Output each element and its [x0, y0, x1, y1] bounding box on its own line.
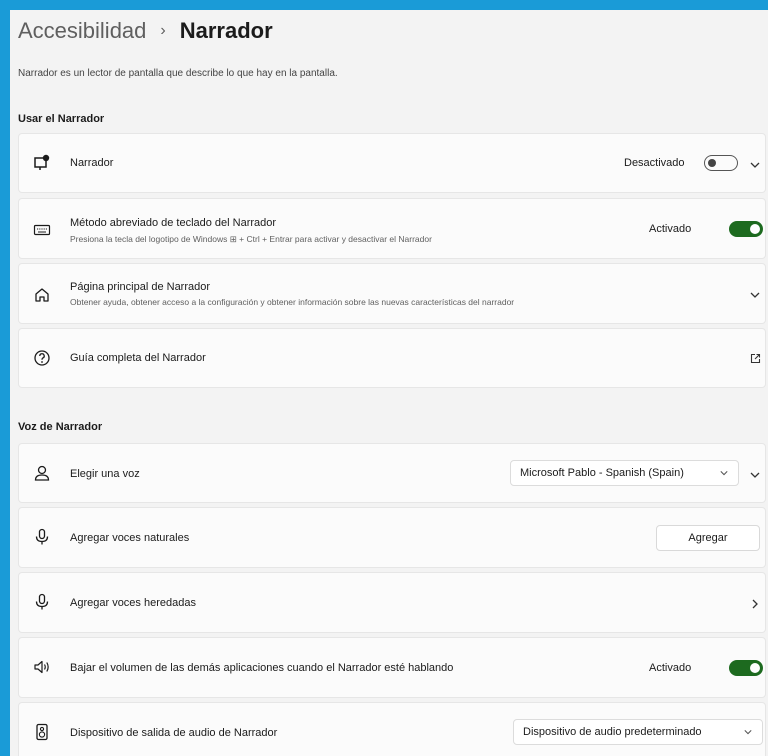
lower-volume-state: Activado	[649, 662, 692, 674]
microphone-icon	[35, 528, 49, 545]
narrator-state: Desactivado	[624, 157, 685, 169]
audio-device-icon	[36, 723, 48, 741]
shortcut-label: Método abreviado de teclado del Narrador	[70, 217, 277, 229]
breadcrumb-separator: ›	[160, 22, 166, 39]
shortcut-row: Método abreviado de teclado del Narrador…	[18, 198, 766, 259]
speaker-icon	[34, 660, 49, 674]
narrator-icon	[34, 154, 50, 170]
shortcut-description: Presiona la tecla del logotipo de Window…	[70, 234, 432, 244]
narrator-row[interactable]: Narrador Desactivado	[18, 133, 766, 193]
chevron-down-icon[interactable]	[750, 160, 760, 170]
shortcut-state: Activado	[649, 223, 692, 235]
help-icon	[34, 350, 50, 366]
choose-voice-row: Elegir una voz Microsoft Pablo - Spanish…	[18, 443, 766, 503]
section-header-use: Usar el Narrador	[18, 113, 105, 125]
complete-guide-row[interactable]: Guía completa del Narrador	[18, 328, 766, 388]
natural-voices-label: Agregar voces naturales	[70, 532, 190, 544]
chevron-down-icon	[720, 471, 728, 476]
chevron-down-icon[interactable]	[750, 290, 760, 300]
audio-output-select-value: Dispositivo de audio predeterminado	[523, 726, 702, 738]
natural-voices-row: Agregar voces naturales Agregar	[18, 507, 766, 568]
microphone-icon	[35, 593, 49, 610]
voice-select-value: Microsoft Pablo - Spanish (Spain)	[520, 467, 684, 479]
open-external-icon[interactable]	[750, 353, 761, 364]
page-description: Narrador es un lector de pantalla que de…	[18, 68, 338, 79]
lower-volume-label: Bajar el volumen de las demás aplicacion…	[70, 662, 454, 674]
narrator-home-description: Obtener ayuda, obtener acceso a la confi…	[70, 297, 515, 307]
voice-select[interactable]: Microsoft Pablo - Spanish (Spain)	[510, 460, 739, 486]
home-icon	[35, 288, 49, 302]
keyboard-icon	[33, 224, 51, 236]
person-icon	[34, 465, 50, 481]
audio-output-label: Dispositivo de salida de audio de Narrad…	[70, 727, 278, 739]
narrator-home-label: Página principal de Narrador	[70, 281, 211, 293]
page-title: Narrador	[179, 18, 273, 43]
section-header-voice: Voz de Narrador	[18, 421, 103, 433]
add-natural-voices-button[interactable]: Agregar	[656, 525, 760, 551]
chevron-down-icon[interactable]	[750, 470, 760, 480]
settings-page: Accesibilidad › Narrador Narrador es un …	[10, 10, 768, 756]
complete-guide-label: Guía completa del Narrador	[70, 352, 206, 364]
narrator-home-row[interactable]: Página principal de Narrador Obtener ayu…	[18, 263, 766, 324]
breadcrumb-parent[interactable]: Accesibilidad	[18, 18, 146, 44]
choose-voice-label: Elegir una voz	[70, 468, 140, 480]
narrator-label: Narrador	[70, 157, 114, 169]
audio-output-select[interactable]: Dispositivo de audio predeterminado	[513, 719, 763, 745]
breadcrumb: Accesibilidad › Narrador	[18, 18, 273, 44]
audio-output-row: Dispositivo de salida de audio de Narrad…	[18, 702, 766, 756]
lower-volume-row: Bajar el volumen de las demás aplicacion…	[18, 637, 766, 698]
legacy-voices-label: Agregar voces heredadas	[70, 597, 196, 609]
legacy-voices-row[interactable]: Agregar voces heredadas	[18, 572, 766, 633]
lower-volume-toggle[interactable]	[729, 660, 763, 676]
chevron-right-icon[interactable]	[750, 599, 760, 609]
chevron-down-icon	[744, 730, 752, 735]
shortcut-toggle[interactable]	[729, 221, 763, 237]
narrator-toggle[interactable]	[704, 155, 738, 171]
